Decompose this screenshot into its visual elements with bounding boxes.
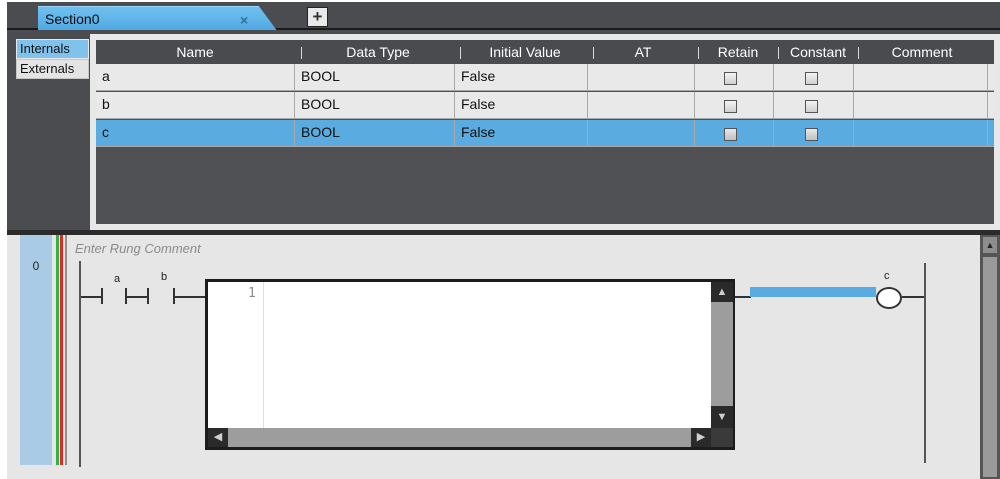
chevron-right-icon[interactable]: ▶	[691, 428, 711, 447]
cell-at[interactable]	[588, 92, 695, 119]
table-row[interactable]: b BOOL False	[96, 92, 994, 119]
rung-wire	[81, 296, 101, 298]
retain-checkbox[interactable]	[724, 128, 737, 141]
left-bus-bar	[79, 261, 81, 467]
table-row-selected[interactable]: c BOOL False	[96, 120, 994, 147]
editor-vertical-scrollbar[interactable]: ▲	[980, 235, 1000, 479]
cell-comment[interactable]	[854, 120, 988, 147]
cell-constant	[774, 64, 854, 91]
cell-constant	[774, 120, 854, 147]
column-header-retain[interactable]: Retain	[702, 40, 774, 64]
coil-c[interactable]	[876, 287, 902, 309]
cell-data-type[interactable]: BOOL	[295, 64, 455, 91]
table-header: Name Data Type Initial Value AT Retain C…	[96, 40, 994, 64]
cell-comment[interactable]	[854, 92, 988, 119]
rung-gutter[interactable]: 0	[20, 235, 52, 465]
column-separator[interactable]	[778, 47, 779, 59]
st-vertical-scrollbar[interactable]: ▲ ▼	[711, 282, 733, 428]
cell-constant	[774, 92, 854, 119]
chevron-up-icon[interactable]: ▲	[983, 237, 997, 253]
scope-internals-button[interactable]: Internals	[16, 39, 89, 59]
cell-data-type[interactable]: BOOL	[295, 92, 455, 119]
scrollbar-thumb[interactable]	[983, 257, 997, 477]
tab-label: Section0	[45, 11, 100, 27]
chevron-down-icon[interactable]: ▼	[711, 406, 733, 428]
column-header-comment[interactable]: Comment	[860, 40, 984, 64]
rung-wire	[902, 296, 924, 298]
st-editor[interactable]: 1	[208, 282, 711, 428]
st-horizontal-scrollbar[interactable]: ◀ ▶	[208, 428, 711, 447]
column-header-at[interactable]: AT	[594, 40, 692, 64]
power-rail-right	[924, 263, 926, 463]
st-gutter-divider	[263, 282, 264, 428]
rung-comment[interactable]: Enter Rung Comment	[75, 241, 201, 256]
column-header-name[interactable]: Name	[96, 40, 294, 64]
cell-initial-value[interactable]: False	[455, 64, 588, 91]
rung-wire	[127, 296, 147, 298]
cell-name[interactable]: b	[96, 92, 295, 119]
cell-comment[interactable]	[854, 64, 988, 91]
retain-checkbox[interactable]	[724, 100, 737, 113]
cell-retain	[695, 64, 774, 91]
column-separator[interactable]	[698, 47, 699, 59]
table-row[interactable]: a BOOL False	[96, 64, 994, 91]
ladder-editor: 0 Enter Rung Comment a b 1 ▲ ▼ ◀ ▶ c ▲	[7, 235, 1000, 479]
column-header-constant[interactable]: Constant	[780, 40, 856, 64]
highlighted-wire[interactable]	[750, 287, 876, 297]
st-scroll-corner	[711, 428, 733, 447]
column-header-data-type[interactable]: Data Type	[302, 40, 454, 64]
cell-initial-value[interactable]: False	[455, 92, 588, 119]
power-rail-marker	[60, 235, 63, 465]
close-icon[interactable]: ×	[240, 12, 248, 28]
st-line-number: 1	[248, 286, 256, 301]
constant-checkbox[interactable]	[805, 72, 818, 85]
power-rail-left	[56, 235, 59, 465]
rail-divider	[65, 235, 67, 465]
tab-section0[interactable]: Section0 ×	[38, 6, 278, 32]
chevron-up-icon[interactable]: ▲	[711, 282, 733, 302]
rung-wire	[175, 296, 205, 298]
rung-number: 0	[32, 259, 40, 273]
scope-externals-button[interactable]: Externals	[16, 59, 89, 79]
contact-b[interactable]	[147, 288, 149, 304]
column-separator[interactable]	[858, 47, 859, 59]
cell-retain	[695, 120, 774, 147]
column-header-initial-value[interactable]: Initial Value	[461, 40, 589, 64]
coil-label-c: c	[884, 270, 890, 282]
cell-name[interactable]: c	[96, 120, 295, 147]
cell-retain	[695, 92, 774, 119]
contact-label-b: b	[161, 271, 168, 283]
constant-checkbox[interactable]	[805, 100, 818, 113]
add-section-button[interactable]: +	[307, 7, 328, 27]
variable-table-frame: Name Data Type Initial Value AT Retain C…	[90, 34, 1000, 230]
cell-initial-value[interactable]: False	[455, 120, 588, 147]
retain-checkbox[interactable]	[724, 72, 737, 85]
cell-at[interactable]	[588, 64, 695, 91]
contact-a[interactable]	[101, 288, 103, 304]
inline-st-box: 1 ▲ ▼ ◀ ▶	[205, 279, 735, 450]
cell-at[interactable]	[588, 120, 695, 147]
constant-checkbox[interactable]	[805, 128, 818, 141]
variable-table: Name Data Type Initial Value AT Retain C…	[96, 40, 994, 224]
contact-label-a: a	[114, 273, 121, 285]
chevron-left-icon[interactable]: ◀	[208, 428, 228, 447]
tab-strip: Section0 × +	[7, 2, 1000, 32]
variable-table-panel: Internals Externals Name Data Type Initi…	[7, 30, 1000, 230]
rung-wire	[735, 296, 751, 298]
cell-data-type[interactable]: BOOL	[295, 120, 455, 147]
cell-name[interactable]: a	[96, 64, 295, 91]
